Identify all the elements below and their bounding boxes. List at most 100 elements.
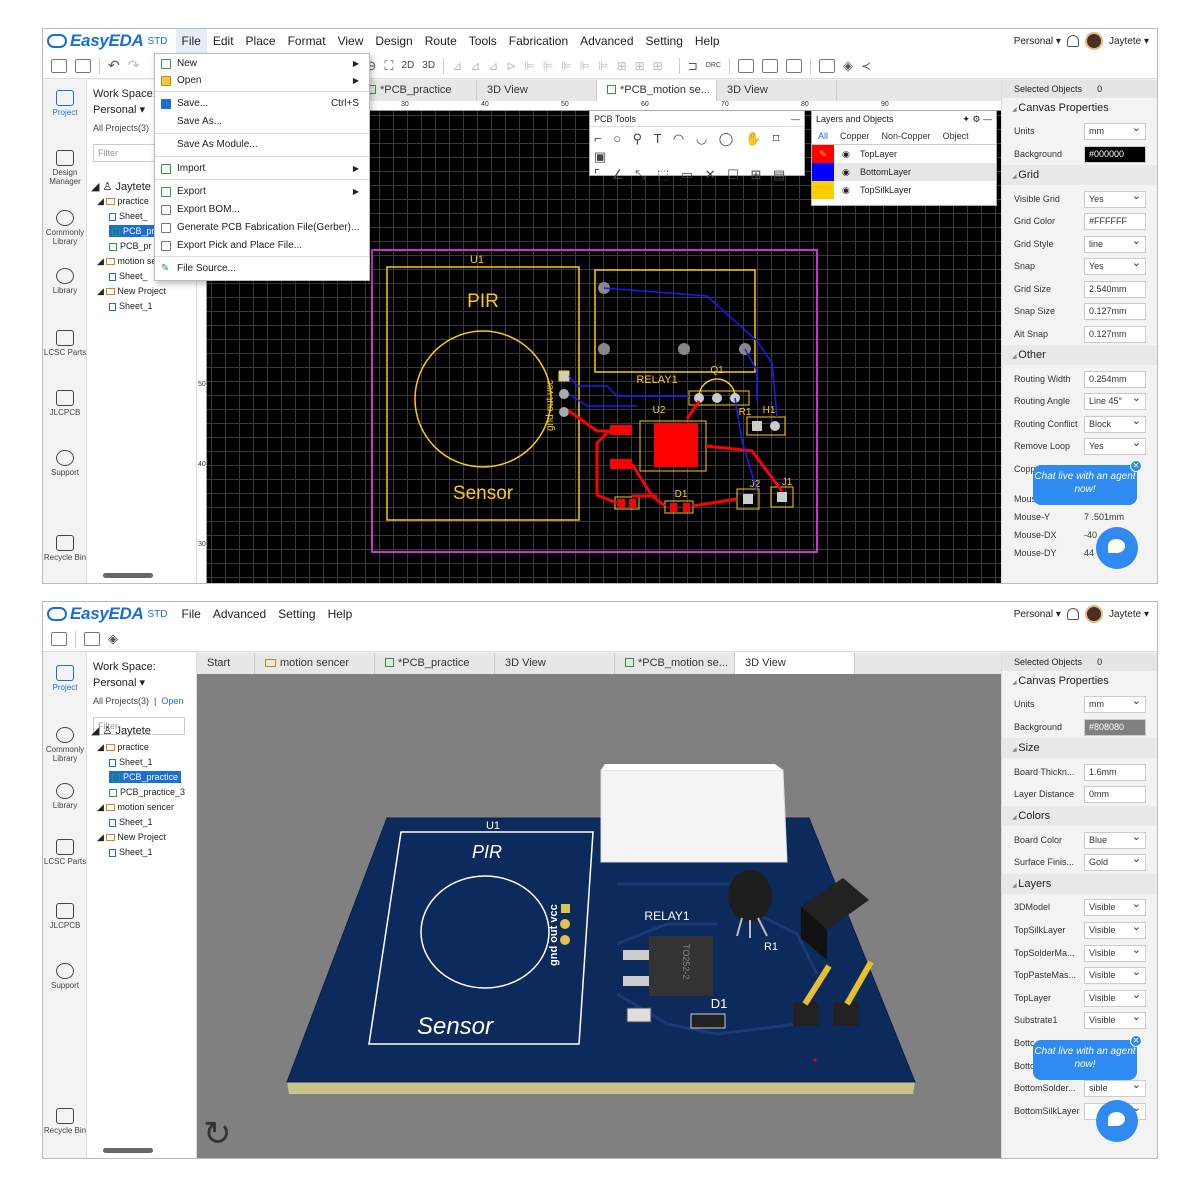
prop-select[interactable]: sible [1084,1078,1146,1098]
share-icon[interactable]: ≺ [861,59,871,73]
prop-select[interactable]: Line 45° [1084,391,1146,410]
prop-select[interactable]: Block [1084,414,1146,433]
prop-select[interactable]: Visible [1084,965,1146,985]
layer-row[interactable]: ◉ BottomLayer [812,163,996,181]
view-3d-button[interactable]: 3D [422,60,435,71]
layer-row[interactable]: ✎ ◉ TopLayer [812,145,996,163]
easyeda-logo[interactable]: EasyEDA STD [43,29,168,53]
close-icon[interactable]: ✕ [1130,1035,1142,1047]
drc-button[interactable]: DRC [706,62,721,69]
menu-item-new[interactable]: New ▶ [155,55,369,73]
chat-button[interactable] [1096,1100,1138,1142]
tree-item[interactable]: Sheet_1 [109,756,153,768]
tree-scrollbar[interactable] [91,1148,191,1154]
nav-jlcpcb[interactable]: JLCPCB [43,903,87,930]
tab-3d-view[interactable]: 3D View [477,80,597,101]
canvas-properties-header[interactable]: Canvas Properties [1002,671,1157,691]
prop-input[interactable]: #808080 [1084,718,1146,736]
tree-item[interactable]: ◢ New Project [97,285,166,297]
nav-lcsc-parts[interactable]: LCSC Parts [43,330,87,357]
tree-item[interactable]: ◢ motion sencer [97,801,174,813]
prop-input[interactable]: 2.540mm [1084,280,1146,298]
close-icon[interactable]: ✕ [1130,460,1142,472]
menu-edit[interactable]: Edit [207,29,240,53]
nav-library[interactable]: Library [43,783,87,810]
tab-pcb-practice[interactable]: *PCB_practice [375,653,495,674]
gerber-icon[interactable] [761,58,778,73]
prop-input[interactable]: 0mm [1084,786,1146,804]
tree-item[interactable]: PCB_practice [109,771,182,783]
avatar[interactable] [1084,605,1103,623]
fit-icon[interactable]: ⛶ [384,58,393,74]
menu-item-pick-place[interactable]: Export Pick and Place File... [155,237,369,255]
scroll-thumb[interactable] [103,573,153,578]
pick-place-icon[interactable] [785,58,802,73]
prop-select[interactable]: Visible [1084,897,1146,917]
menu-item-export[interactable]: Export ▶ [155,183,369,201]
tree-item[interactable]: Sheet_1 [109,816,153,828]
menu-advanced[interactable]: Advanced [574,29,639,53]
menu-design[interactable]: Design [369,29,418,53]
menu-route[interactable]: Route [419,29,463,53]
pcb-tools-row-2[interactable]: ⌜ ∠ ⤡ ⬚ ▭ ✕ ☐ ⊞ ▤ [594,166,800,184]
tree-item[interactable]: PCB_pr [109,240,152,252]
pin-gear-close-icons[interactable]: ✦ ⚙ — [962,111,992,127]
bell-icon[interactable] [1066,35,1079,47]
reset-view-icon[interactable]: ↻ [203,1114,232,1154]
pcb-tools-header[interactable]: PCB Tools — [590,111,804,127]
tab-pcb-motion-se[interactable]: *PCB_motion se... [615,653,735,674]
all-projects-link[interactable]: All Projects(3) [93,696,149,706]
folder-icon[interactable] [51,631,67,646]
tree-item[interactable]: ◢ practice [97,741,149,753]
tree-item[interactable]: PCB_pr [109,225,158,237]
menu-item-save[interactable]: Save... Ctrl+S [155,95,369,113]
prop-select[interactable]: mm [1084,121,1146,140]
menu-help[interactable]: Help [689,29,726,53]
nav-project[interactable]: Project [43,665,87,692]
open-link[interactable]: Open [161,696,183,706]
tree-item[interactable]: ◢ motion se [97,255,156,267]
nav-project[interactable]: Project [43,90,87,117]
pcb-tools-row-1[interactable]: ⌐ ○ ⚲ T ◠ ◡ ◯ ✋ ⌑ ▣ [594,130,800,166]
workspace-dropdown[interactable]: Personal ▾ [1014,36,1061,47]
measure-icon[interactable]: ⊐ [688,59,698,73]
menu-tools[interactable]: Tools [463,29,503,53]
nav-commonly-library[interactable]: Commonly Library [43,210,87,246]
eye-icon[interactable]: ◉ [842,145,850,163]
image-icon[interactable] [84,631,100,646]
nav-support[interactable]: Support [43,450,87,477]
menu-item-export-bom[interactable]: Export BOM... [155,201,369,219]
image-icon[interactable] [818,58,835,73]
tree-item[interactable]: PCB_practice_3 [109,786,185,798]
menu-setting[interactable]: Setting [640,29,689,53]
workspace-select[interactable]: Personal ▾ [93,102,156,118]
nav-jlcpcb[interactable]: JLCPCB [43,390,87,417]
tree-item[interactable]: ◢ ♙ Jaytete [91,181,151,193]
nav-library[interactable]: Library [43,268,87,295]
avatar[interactable] [1084,32,1103,50]
tree-scrollbar[interactable] [91,573,191,579]
tree-item[interactable]: Sheet_ [109,270,148,282]
minimize-icon[interactable]: — [791,111,800,127]
menu-item-save-module[interactable]: Save As Module... [155,136,369,154]
section-other[interactable]: Other [1002,345,1157,365]
tree-item[interactable]: ◢ ♙ Jaytete [91,725,151,737]
tree-item[interactable]: Sheet_ [109,210,148,222]
menu-item-gerber[interactable]: Generate PCB Fabrication File(Gerber)... [155,219,369,237]
tree-item[interactable]: Sheet_1 [109,300,153,312]
layer-color-swatch[interactable]: ✎ [812,145,834,163]
prop-select[interactable]: Visible [1084,1010,1146,1030]
all-projects-label[interactable]: All Projects(3) [93,123,149,133]
menu-file[interactable]: File [176,602,207,626]
eye-icon[interactable]: ◉ [842,163,850,181]
section-layers[interactable]: Layers [1002,873,1157,894]
prop-input[interactable]: 0.127mm [1084,325,1146,343]
save-icon[interactable] [75,58,91,73]
3d-viewport[interactable]: U1 PIR Sensor gnd out vcc RELAY1 R1 TO25… [197,674,1001,1158]
layers-objects-panel[interactable]: Layers and Objects ✦ ⚙ — All Copper Non-Cop… [811,110,997,206]
prop-select[interactable]: Gold [1084,852,1146,872]
menu-view[interactable]: View [332,29,370,53]
menu-setting[interactable]: Setting [272,602,321,626]
layers-icon[interactable]: ◈ [843,58,853,74]
nav-recycle-bin[interactable]: Recycle Bin [43,1108,87,1135]
